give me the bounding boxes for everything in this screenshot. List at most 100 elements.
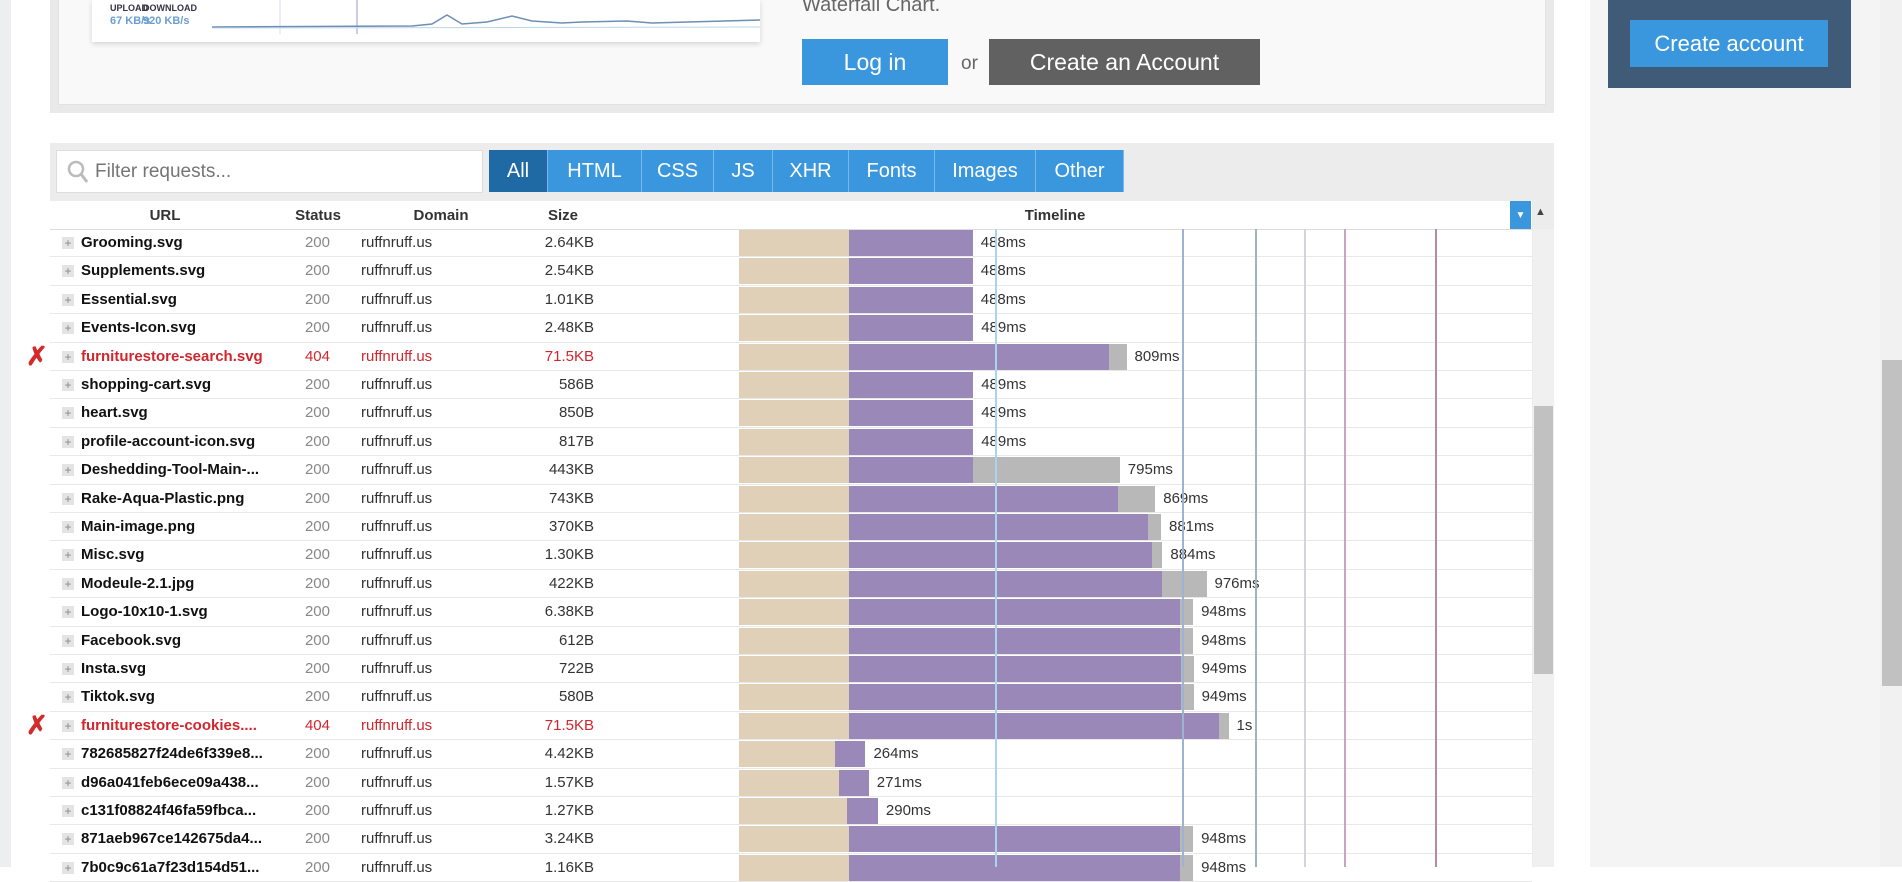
tab-css[interactable]: CSS <box>642 150 714 192</box>
tab-fonts[interactable]: Fonts <box>849 150 935 192</box>
request-url: heart.svg <box>81 404 148 422</box>
expand-icon[interactable]: + <box>62 350 74 363</box>
table-scrollbar-thumb[interactable] <box>1534 406 1553 674</box>
expand-icon[interactable]: + <box>62 719 74 732</box>
expand-icon[interactable]: + <box>62 606 74 619</box>
receive-bar <box>849 514 1148 540</box>
table-row[interactable]: + Logo-10x10-1.svg 200 ruffnruff.us 6.38… <box>50 598 1532 627</box>
column-size[interactable]: Size <box>528 201 598 229</box>
expand-icon[interactable]: + <box>62 435 74 448</box>
expand-icon[interactable]: + <box>62 237 74 249</box>
create-an-account-button[interactable]: Create an Account <box>989 39 1260 85</box>
table-row[interactable]: + d96a041feb6ece09a438... 200 ruffnruff.… <box>50 769 1532 797</box>
table-row[interactable]: + 782685827f24de6f339e8... 200 ruffnruff… <box>50 740 1532 769</box>
wait-bar <box>739 542 850 569</box>
table-row[interactable]: + furniturestore-search.svg 404 ruffnruf… <box>50 343 1532 371</box>
table-row[interactable]: + Events-Icon.svg 200 ruffnruff.us 2.48K… <box>50 314 1532 343</box>
column-url[interactable]: URL <box>130 201 200 229</box>
expand-icon[interactable]: + <box>62 691 74 704</box>
tab-xhr[interactable]: XHR <box>773 150 849 192</box>
request-size: 2.54KB <box>544 262 594 280</box>
table-row[interactable]: + Essential.svg 200 ruffnruff.us 1.01KB 4… <box>50 286 1532 315</box>
table-row[interactable]: + furniturestore-cookies.... 404 ruffnru… <box>50 712 1532 741</box>
expand-icon[interactable]: + <box>62 833 74 846</box>
column-status[interactable]: Status <box>283 201 353 229</box>
filter-box[interactable] <box>56 150 483 193</box>
table-row[interactable]: + Supplements.svg 200 ruffnruff.us 2.54K… <box>50 257 1532 286</box>
table-row[interactable]: + 7b0c9c61a7f23d154d51... 200 ruffnruff.… <box>50 854 1532 882</box>
expand-icon[interactable]: + <box>62 748 74 761</box>
table-row[interactable]: + Grooming.svg 200 ruffnruff.us 2.64KB 48… <box>50 229 1532 258</box>
request-status: 200 <box>304 262 330 280</box>
column-domain[interactable]: Domain <box>401 201 481 229</box>
filter-input[interactable] <box>95 160 475 183</box>
expand-icon[interactable]: + <box>62 663 74 675</box>
request-status: 200 <box>304 376 330 393</box>
expand-icon[interactable]: + <box>62 492 74 505</box>
request-status: 200 <box>304 688 330 706</box>
request-status: 200 <box>304 518 330 535</box>
request-url: Misc.svg <box>81 546 145 564</box>
tab-images[interactable]: Images <box>935 150 1036 192</box>
timeline-dropdown-button[interactable]: ▼ <box>1510 201 1531 229</box>
bandwidth-chart-card: UPLOAD 67 KB/s DOWNLOAD 920 KB/s <box>92 0 760 42</box>
wait-bar <box>739 514 850 540</box>
expand-icon[interactable]: + <box>62 464 74 477</box>
scroll-up-arrow-icon[interactable]: ▲ <box>1535 206 1546 218</box>
table-row[interactable]: + Modeule-2.1.jpg 200 ruffnruff.us 422KB… <box>50 570 1532 599</box>
expand-icon[interactable]: + <box>62 265 74 278</box>
request-duration: 949ms <box>1201 660 1247 677</box>
receive-bar <box>849 684 1181 711</box>
table-row[interactable]: + Tiktok.svg 200 ruffnruff.us 580B 949ms <box>50 683 1532 712</box>
table-row[interactable]: + Rake-Aqua-Plastic.png 200 ruffnruff.us… <box>50 485 1532 513</box>
table-row[interactable]: + shopping-cart.svg 200 ruffnruff.us 586… <box>50 371 1532 400</box>
tab-other[interactable]: Other <box>1036 150 1124 192</box>
request-domain: ruffnruff.us <box>361 603 433 621</box>
expand-icon[interactable]: + <box>62 634 74 647</box>
request-duration: 948ms <box>1201 631 1247 649</box>
request-size: 817B <box>558 432 594 450</box>
table-row[interactable]: + c131f08824f46fa59fbca... 200 ruffnruff… <box>50 797 1532 826</box>
table-row[interactable]: + profile-account-icon.svg 200 ruffnruff… <box>50 428 1532 457</box>
wait-bar <box>739 798 847 824</box>
expand-icon[interactable]: + <box>62 407 74 420</box>
expand-icon[interactable]: + <box>62 521 74 533</box>
expand-icon[interactable]: + <box>62 293 74 306</box>
table-row[interactable]: + Main-image.png 200 ruffnruff.us 370KB 8… <box>50 513 1532 542</box>
request-url: Rake-Aqua-Plastic.png <box>81 489 245 507</box>
receive-bar <box>849 428 974 455</box>
tab-html[interactable]: HTML <box>548 150 642 192</box>
column-timeline[interactable]: Timeline <box>1005 201 1105 229</box>
tab-js[interactable]: JS <box>714 150 773 192</box>
request-duration: 489ms <box>981 432 1027 450</box>
expand-icon[interactable]: + <box>62 577 74 590</box>
expand-icon[interactable]: + <box>62 861 74 874</box>
request-status: 200 <box>304 461 330 479</box>
wait-bar <box>739 570 850 597</box>
table-row[interactable]: + Misc.svg 200 ruffnruff.us 1.30KB 884ms <box>50 541 1532 570</box>
other-bar <box>1147 514 1161 540</box>
request-size: 370KB <box>548 518 594 535</box>
expand-icon[interactable]: + <box>62 549 74 562</box>
table-row[interactable]: + Insta.svg 200 ruffnruff.us 722B 949ms <box>50 655 1532 684</box>
table-row[interactable]: + Deshedding-Tool-Main-... 200 ruffnruff… <box>50 456 1532 485</box>
request-status: 200 <box>304 319 330 337</box>
create-account-button[interactable]: Create account <box>1630 20 1828 67</box>
expand-icon[interactable]: + <box>62 805 74 817</box>
table-row[interactable]: + heart.svg 200 ruffnruff.us 850B 489ms <box>50 399 1532 428</box>
table-row[interactable]: + Facebook.svg 200 ruffnruff.us 612B 948m… <box>50 627 1532 655</box>
table-row[interactable]: + 871aeb967ce142675da4... 200 ruffnruff.… <box>50 825 1532 854</box>
request-duration: 264ms <box>873 745 919 763</box>
wait-bar <box>739 400 850 427</box>
expand-icon[interactable]: + <box>62 379 74 391</box>
expand-icon[interactable]: + <box>62 322 74 335</box>
page-scrollbar-thumb[interactable] <box>1882 360 1902 686</box>
receive-bar <box>849 627 1181 654</box>
tab-all[interactable]: All <box>489 150 548 192</box>
login-button[interactable]: Log in <box>802 39 948 85</box>
request-domain: ruffnruff.us <box>361 376 433 393</box>
request-domain: ruffnruff.us <box>361 688 433 706</box>
expand-icon[interactable]: + <box>62 776 74 789</box>
request-size: 6.38KB <box>544 603 594 621</box>
receive-bar <box>834 741 866 768</box>
